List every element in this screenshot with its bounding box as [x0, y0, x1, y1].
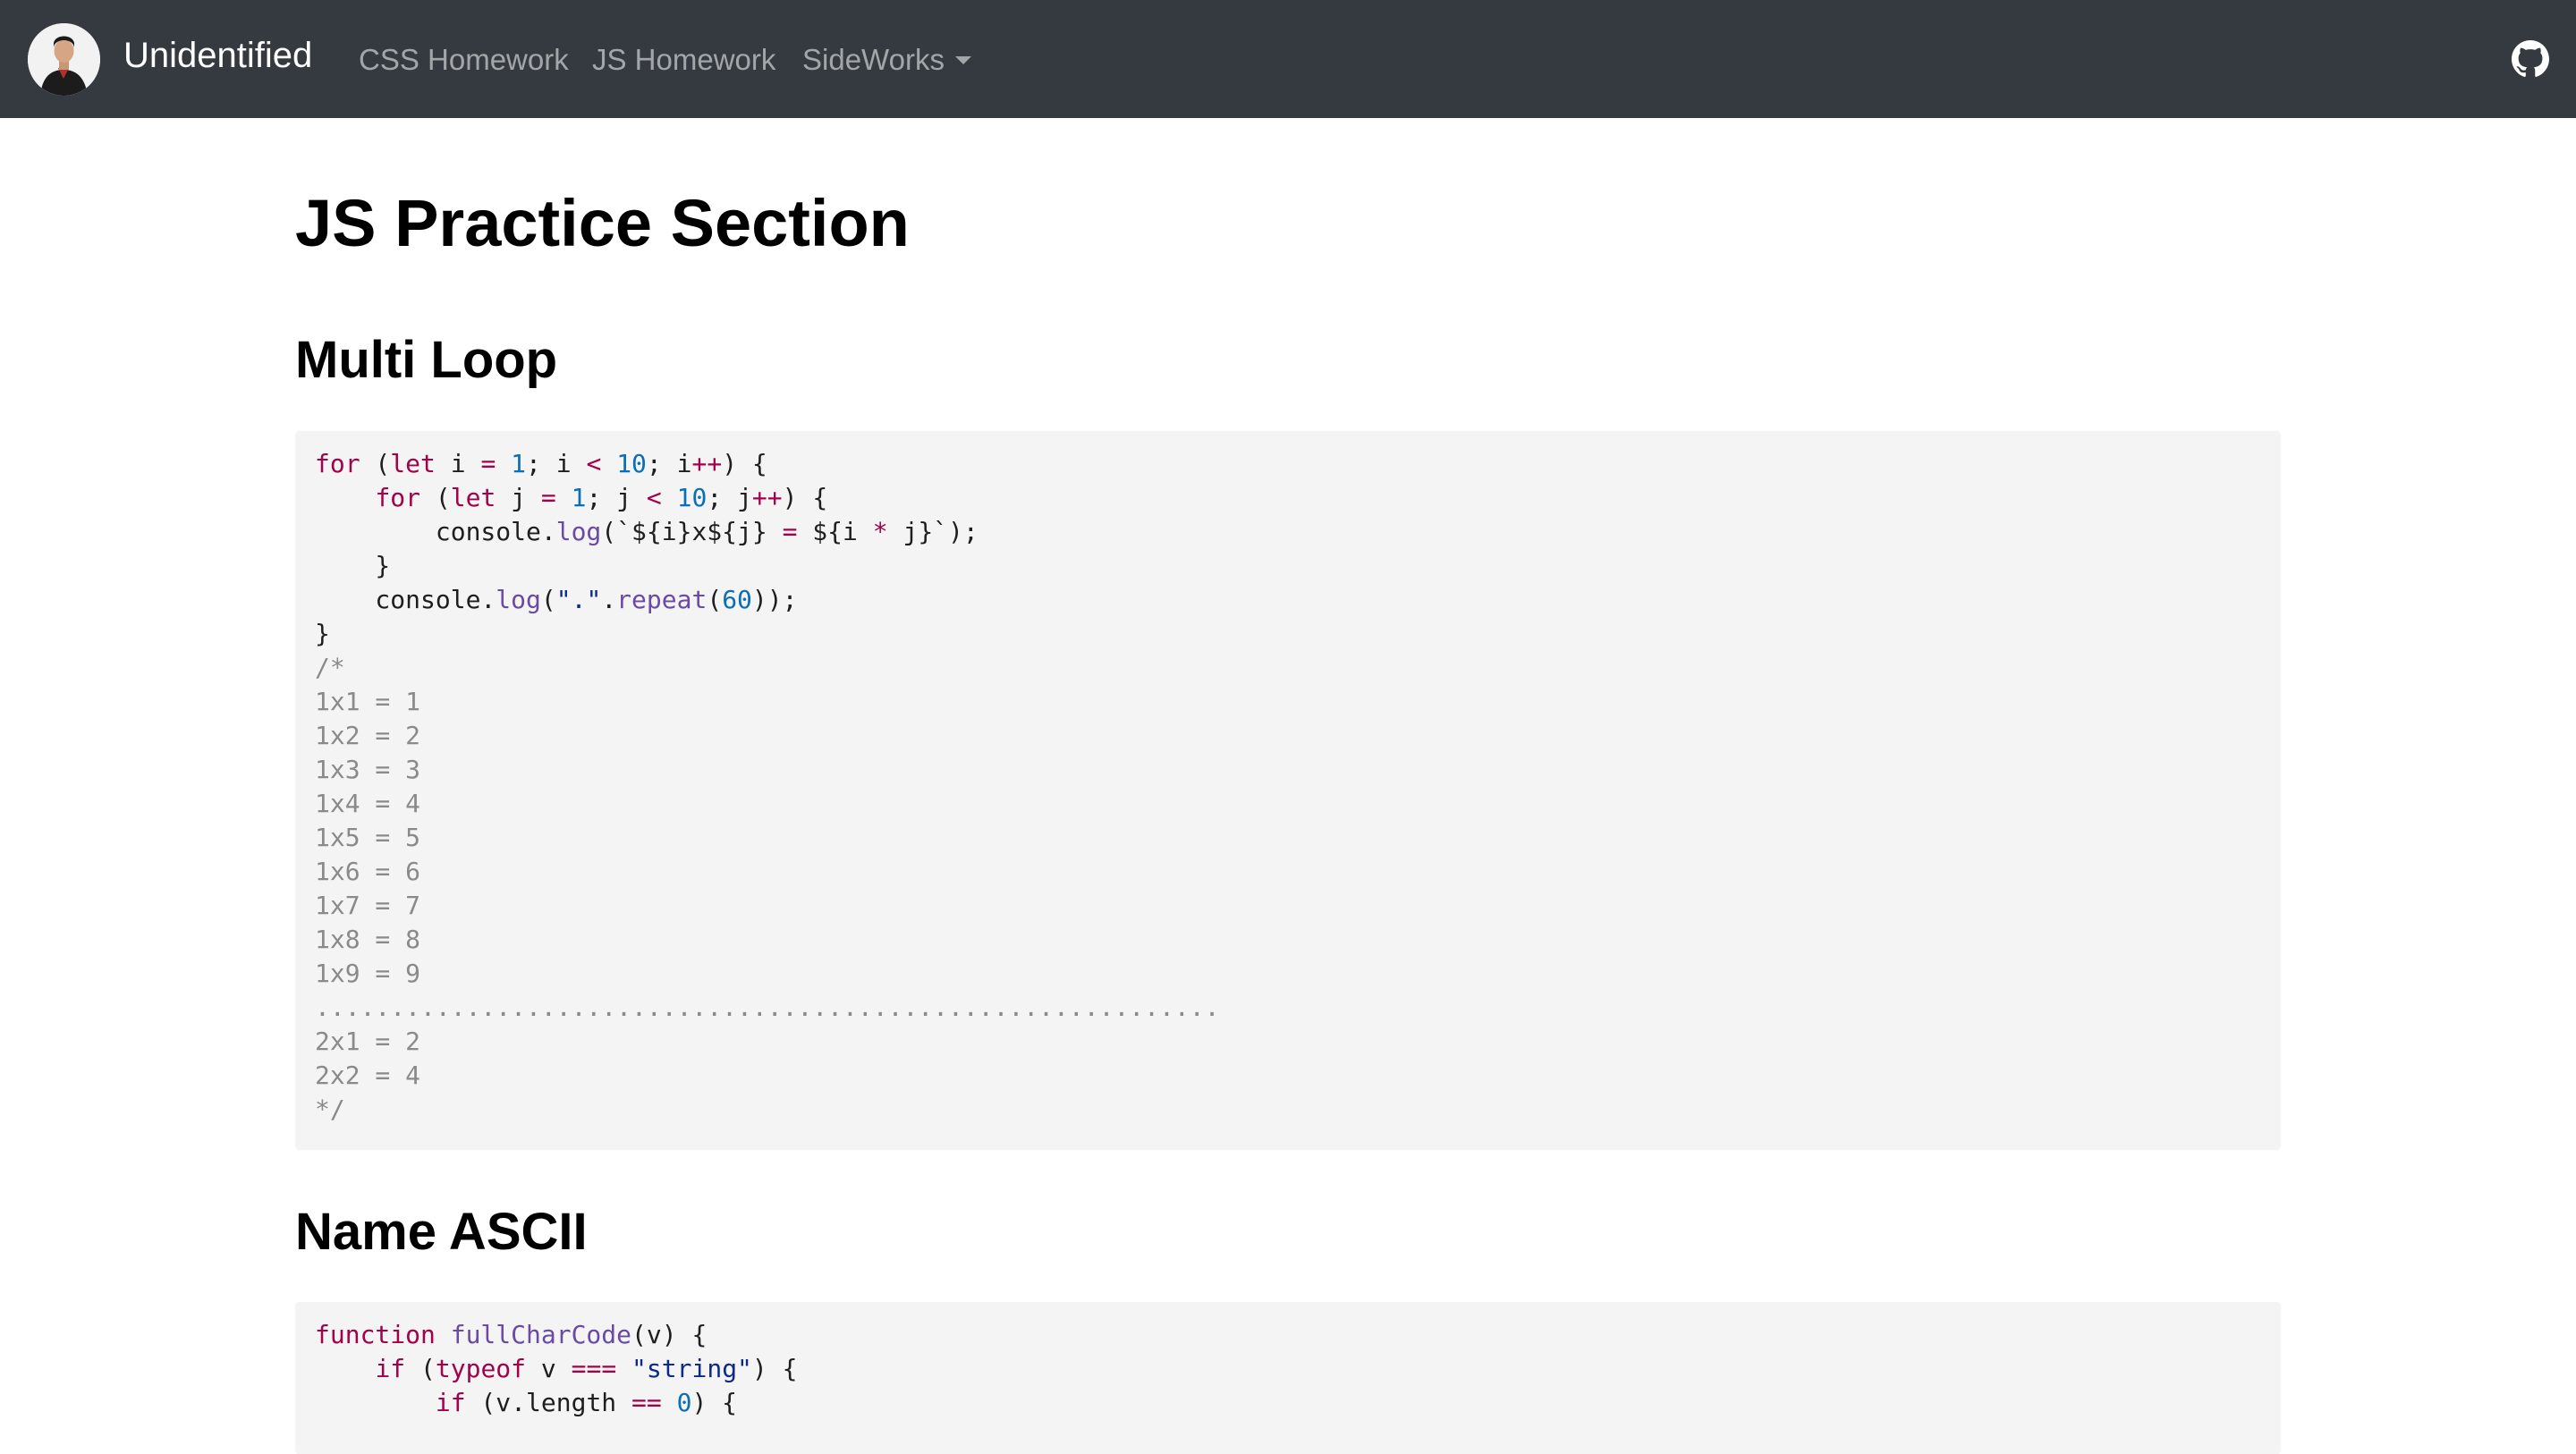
code-line: 1x4 = 4 [315, 789, 421, 818]
nav-link-css-homework[interactable]: CSS Homework [359, 41, 569, 79]
page-title: JS Practice Section [295, 186, 910, 260]
github-icon[interactable] [2512, 40, 2549, 78]
code-line: 1x6 = 6 [315, 857, 421, 886]
code-line: console.log(`${i}x${j} = ${i * j}`); [315, 517, 979, 546]
code-block-multi-loop: for (let i = 1; i < 10; i++) { for (let … [295, 431, 2281, 1150]
code-name-ascii: function fullCharCode(v) { if (typeof v … [315, 1318, 2261, 1420]
code-line: */ [315, 1095, 345, 1124]
code-line: 1x7 = 7 [315, 891, 421, 920]
navbar: Unidentified CSS Homework JS Homework Si… [0, 0, 2576, 118]
section-title-multi-loop: Multi Loop [295, 331, 558, 389]
code-line: function fullCharCode(v) { [315, 1320, 708, 1349]
brand-name[interactable]: Unidentified [123, 32, 312, 79]
code-line: 1x2 = 2 [315, 721, 421, 750]
code-line: if (typeof v === "string") { [375, 1354, 798, 1383]
code-line: /* [315, 653, 345, 682]
avatar-image [28, 23, 100, 96]
code-block-name-ascii: function fullCharCode(v) { if (typeof v … [295, 1302, 2281, 1454]
code-line: 1x9 = 9 [315, 959, 421, 988]
code-line: 2x2 = 4 [315, 1061, 421, 1090]
code-line: for (let i = 1; i < 10; i++) { [315, 449, 767, 478]
code-line: 1x1 = 1 [315, 687, 421, 716]
code-line: 1x5 = 5 [315, 823, 421, 852]
code-line: } [315, 551, 391, 580]
code-line: console.log(".".repeat(60)); [315, 585, 798, 614]
nav-link-js-homework[interactable]: JS Homework [592, 41, 775, 79]
code-line: 2x1 = 2 [315, 1027, 421, 1056]
caret-down-icon[interactable] [955, 56, 971, 64]
code-line: } [315, 619, 330, 648]
code-line: 1x3 = 3 [315, 755, 421, 784]
code-line: if (v.length == 0) { [435, 1388, 738, 1417]
section-title-name-ascii: Name ASCII [295, 1203, 588, 1261]
code-line: 1x8 = 8 [315, 925, 421, 954]
avatar[interactable] [28, 23, 100, 96]
code-multi-loop: for (let i = 1; i < 10; i++) { for (let … [315, 447, 2261, 1127]
code-line: ........................................… [315, 993, 1220, 1022]
nav-dropdown-sideworks[interactable]: SideWorks [802, 41, 945, 79]
code-line: for (let j = 1; j < 10; j++) { [375, 483, 828, 512]
